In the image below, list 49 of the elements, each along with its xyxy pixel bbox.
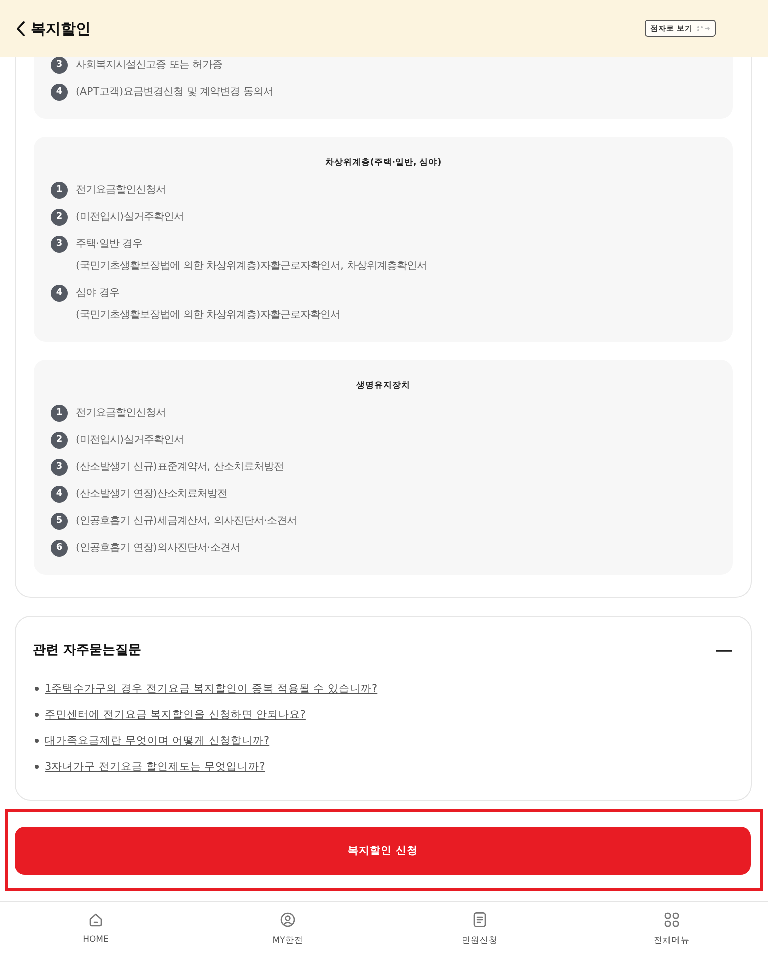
document-name: (산소발생기 연장)산소치료처방전 (76, 487, 228, 502)
document-name: 사회복지시설신고증 또는 허가증 (76, 58, 223, 73)
apply-button[interactable]: 복지할인 신청 (15, 827, 751, 875)
step-number: 1 (51, 182, 68, 198)
nav-item[interactable]: 민원신청 (458, 912, 502, 947)
document-name: (인공호흡기 연장)의사진단서·소견서 (76, 541, 241, 556)
step-number: 2 (51, 208, 68, 226)
faq-link[interactable]: 3자녀가구 전기요금 할인제도는 무엇입니까? (45, 756, 266, 778)
document-name: (인공호흡기 신규)세금계산서, 의사진단서·소견서 (76, 514, 298, 529)
step-number: 3 (51, 458, 68, 476)
group-title: 생명유지장치 (356, 380, 412, 393)
document-note: (국민기초생활보장법에 의한 차상위계층)자활근로자확인서, 차상위계층확인서 (76, 259, 428, 274)
step-number: 3 (51, 236, 68, 252)
back-icon[interactable] (16, 20, 26, 36)
step-number: 1 (51, 404, 68, 422)
group-title: 차상위계층(주택·일반, 심야) (324, 157, 443, 170)
bullet-icon (35, 765, 39, 769)
bullet-icon (35, 687, 39, 691)
menu-icon (664, 912, 680, 928)
document-name: (산소발생기 신규)표준계약서, 산소치료처방전 (76, 460, 284, 475)
bullet-icon (35, 739, 39, 743)
document-name: 주택·일반 경우 (76, 237, 144, 252)
faq-link[interactable]: 주민센터에 전기요금 복지할인을 신청하면 안되나요? (45, 704, 306, 726)
braille-dots-icon (697, 26, 711, 32)
document-name: 전기요금할인신청서 (76, 183, 166, 198)
step-number: 4 (51, 486, 68, 502)
document-icon (473, 912, 487, 928)
step-number: 4 (51, 284, 68, 302)
step-number: 5 (51, 512, 68, 530)
document-name: (미전입시)실거주확인서 (76, 210, 184, 225)
faq-title: 관련 자주묻는질문 (33, 642, 142, 660)
nav-item[interactable]: HOME (79, 912, 113, 945)
step-number: 3 (51, 57, 68, 74)
document-name: 심야 경우 (76, 286, 120, 301)
faq-link[interactable]: 대가족요금제란 무엇이며 어떻게 신청합니까? (45, 730, 270, 752)
document-name: 전기요금할인신청서 (76, 406, 166, 421)
document-name: (미전입시)실거주확인서 (76, 433, 184, 448)
nav-item[interactable]: MY한전 (268, 912, 308, 947)
step-number: 2 (51, 432, 68, 448)
page-title: 복지할인 (31, 18, 91, 40)
document-name: (APT고객)요금변경신청 및 계약변경 동의서 (76, 85, 274, 100)
user-icon (280, 912, 296, 928)
nav-item[interactable]: 전체메뉴 (650, 912, 694, 947)
step-number: 6 (51, 540, 68, 556)
document-note: (국민기초생활보장법에 의한 차상위계층)자활근로자확인서 (76, 308, 341, 323)
bullet-icon (35, 713, 39, 717)
step-number: 4 (51, 84, 68, 100)
faq-link[interactable]: 1주택수가구의 경우 전기요금 복지할인이 중복 적용될 수 있습니까? (45, 678, 378, 700)
home-icon (88, 912, 104, 928)
